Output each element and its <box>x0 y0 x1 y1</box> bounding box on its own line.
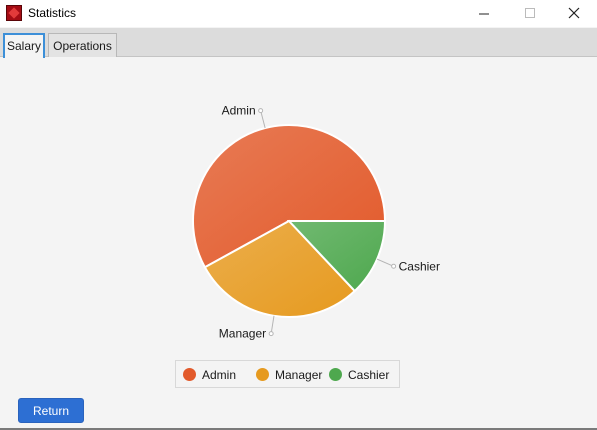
pie-label-admin: Admin <box>222 104 256 118</box>
pie-leader-admin <box>260 110 266 129</box>
legend-marker-admin <box>183 368 196 381</box>
return-button[interactable]: Return <box>18 398 84 423</box>
app-icon <box>6 5 22 21</box>
legend-label-admin: Admin <box>202 368 237 382</box>
title-bar: Statistics <box>0 0 597 27</box>
legend-marker-cashier <box>329 368 342 381</box>
legend-marker-manager <box>256 368 269 381</box>
window-title: Statistics <box>28 6 77 20</box>
maximize-button[interactable] <box>507 0 553 27</box>
legend-label-cashier: Cashier <box>348 368 390 382</box>
pie-leader-dot-manager <box>268 331 274 337</box>
pie-label-manager: Manager <box>219 327 266 341</box>
pie-label-cashier: Cashier <box>399 259 440 273</box>
tab-operations[interactable]: Operations <box>48 33 117 57</box>
tab-bar: Salary Operations <box>0 28 597 58</box>
maximize-icon <box>525 8 535 18</box>
salary-pie-chart: Admin Manager Cashier <box>192 104 440 341</box>
close-icon <box>568 7 580 19</box>
minimize-icon <box>479 13 489 15</box>
legend-label-manager: Manager <box>275 368 323 382</box>
pie-leader-dot-admin <box>258 108 264 114</box>
pie-leader-dot-cashier <box>391 263 397 269</box>
pie-leader-manager <box>270 315 275 334</box>
tab-salary[interactable]: Salary <box>3 33 45 58</box>
chart-legend: Admin Manager Cashier <box>175 360 400 388</box>
minimize-button[interactable] <box>461 0 507 27</box>
pie-leader-cashier <box>376 258 394 267</box>
close-button[interactable] <box>551 0 597 27</box>
